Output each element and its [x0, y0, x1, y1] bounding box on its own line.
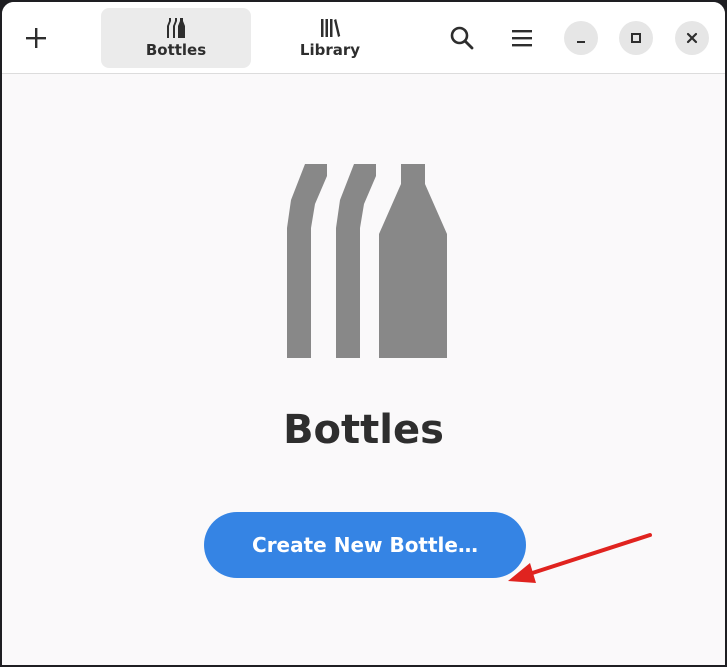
- empty-state: Bottles Create New Bottle…: [2, 74, 725, 665]
- tab-library[interactable]: Library: [255, 8, 405, 68]
- maximize-icon: [631, 33, 641, 43]
- main-menu-button[interactable]: [504, 20, 540, 56]
- hamburger-menu-icon: [512, 30, 532, 47]
- minimize-button[interactable]: [564, 21, 598, 55]
- add-button[interactable]: [18, 20, 54, 56]
- page-title: Bottles: [283, 407, 444, 453]
- tab-library-label: Library: [299, 41, 361, 59]
- plus-icon: [26, 28, 46, 48]
- close-button[interactable]: [675, 21, 709, 55]
- app-window: Bottles Library Bottles Create New Bottl…: [2, 2, 725, 665]
- search-icon: [450, 26, 474, 50]
- minimize-icon: [577, 41, 585, 43]
- annotation-arrow: [508, 533, 652, 583]
- bottles-icon: [165, 17, 187, 39]
- close-icon: [686, 32, 698, 44]
- tab-bottles-label: Bottles: [145, 41, 207, 59]
- tab-bottles[interactable]: Bottles: [101, 8, 251, 68]
- maximize-button[interactable]: [619, 21, 653, 55]
- create-new-bottle-button[interactable]: Create New Bottle…: [204, 512, 526, 578]
- header-bar: Bottles Library: [2, 2, 725, 74]
- library-icon: [319, 17, 341, 39]
- search-button[interactable]: [444, 20, 480, 56]
- bottles-icon: [287, 164, 447, 358]
